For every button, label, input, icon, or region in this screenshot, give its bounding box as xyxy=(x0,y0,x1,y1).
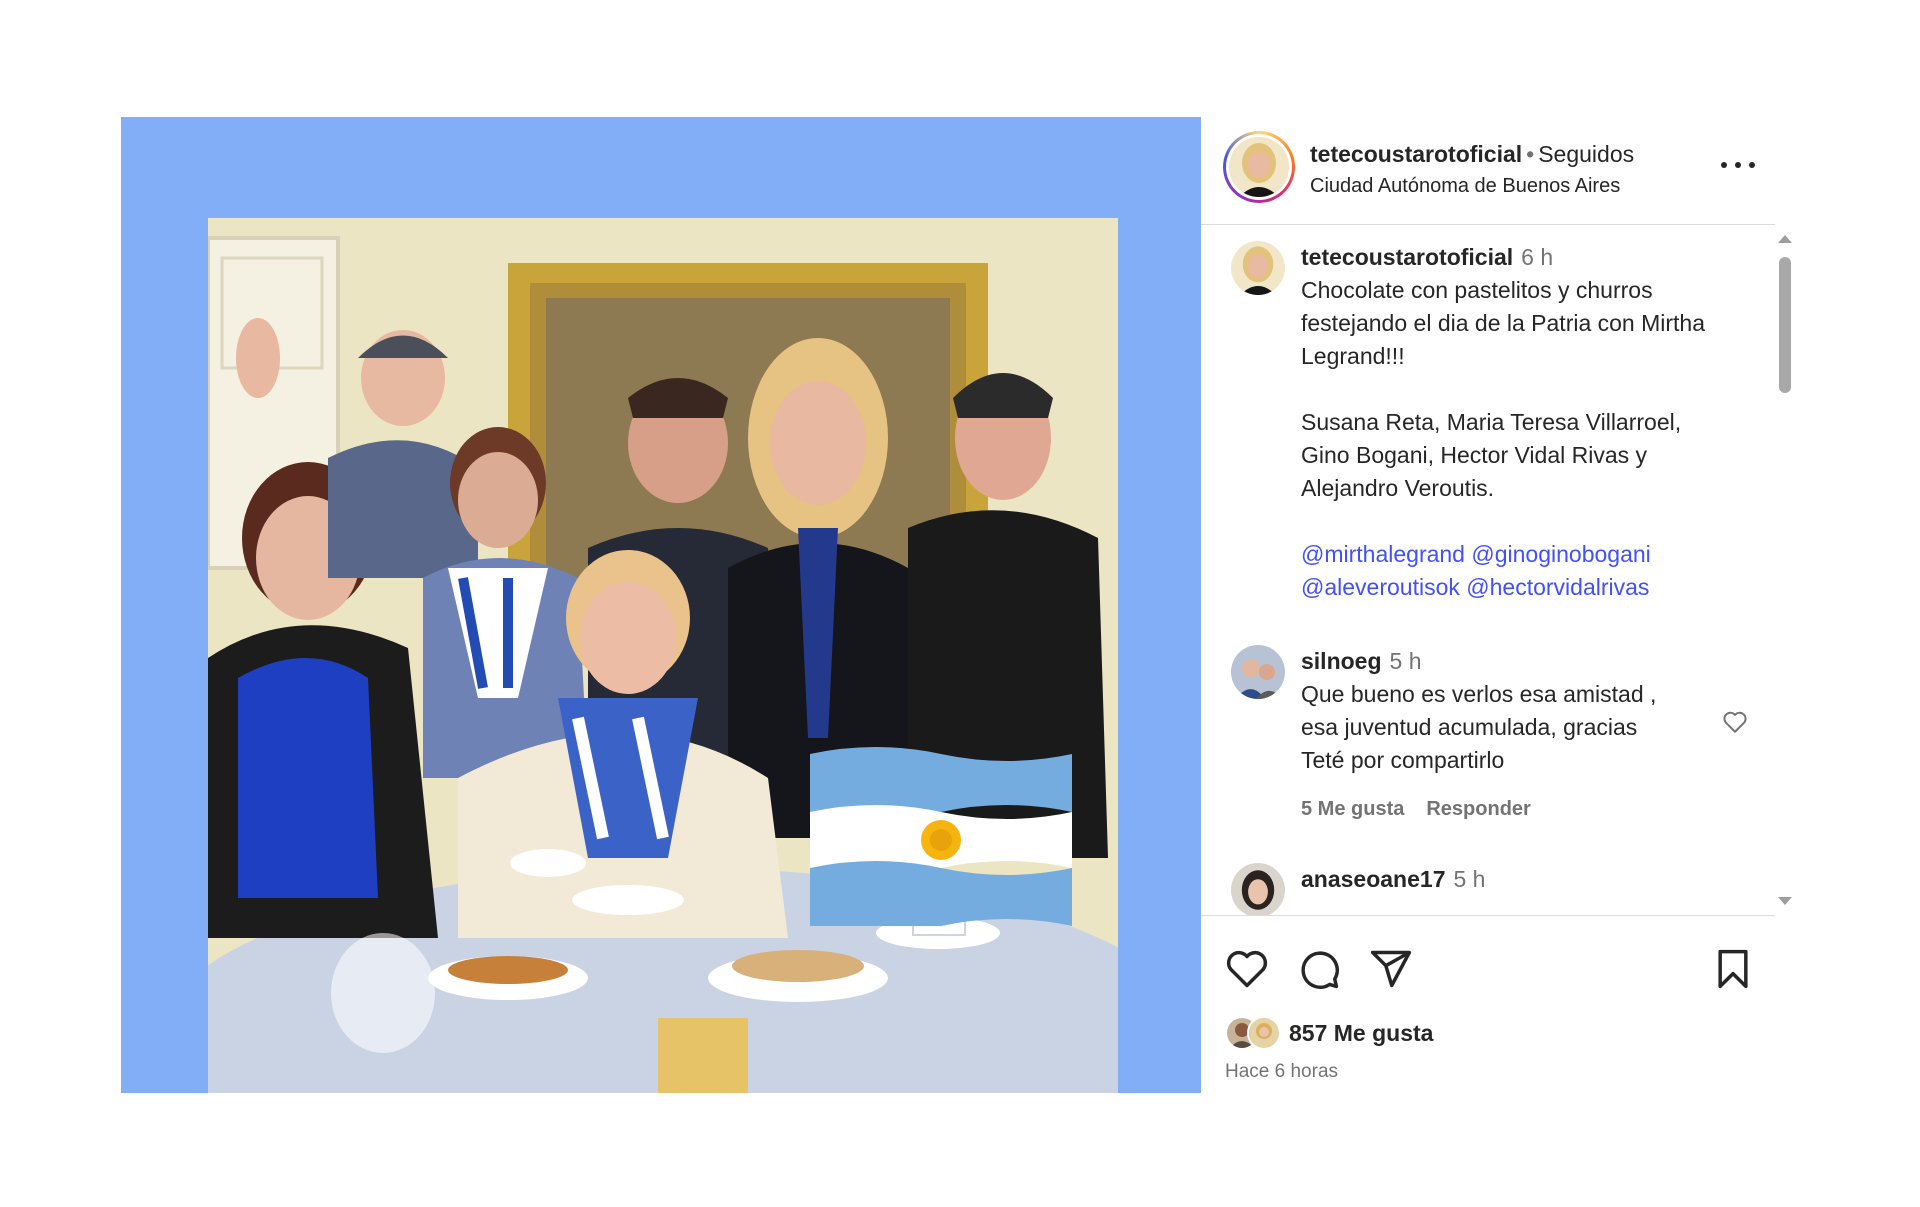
caption-gap xyxy=(1301,373,1741,406)
author-username[interactable]: tetecoustarotoficial xyxy=(1310,141,1522,167)
comment-line: Que bueno es verlos esa amistad , xyxy=(1301,681,1657,707)
scroll-down-arrow-icon[interactable] xyxy=(1778,897,1792,905)
comment-time: 5 h xyxy=(1389,648,1422,674)
comment-head: anaseoane17 5 h xyxy=(1301,863,1741,896)
scroll-thumb[interactable] xyxy=(1779,257,1791,393)
post-actions: 857 Me gusta Hace 6 horas xyxy=(1201,933,1775,1093)
comment-like-heart-icon[interactable] xyxy=(1722,710,1748,734)
follow-status[interactable]: Seguidos xyxy=(1538,141,1634,167)
group-photo xyxy=(208,218,1118,1093)
author-avatar xyxy=(1229,137,1289,197)
post-header: tetecoustarotoficial • Seguidos Ciudad Aut… xyxy=(1201,117,1775,225)
likes-count[interactable]: 857 Me gusta xyxy=(1289,1020,1433,1047)
more-horizontal-icon[interactable] xyxy=(1721,155,1755,175)
instagram-post: tetecoustarotoficial • Seguidos Ciudad Aut… xyxy=(121,117,1801,1093)
post-media[interactable] xyxy=(121,117,1201,1093)
caption-names-line: Alejandro Veroutis. xyxy=(1301,475,1495,501)
post-side-panel: tetecoustarotoficial • Seguidos Ciudad Aut… xyxy=(1201,117,1801,1093)
caption-names-line: Susana Reta, Maria Teresa Villarroel, xyxy=(1301,409,1682,435)
comment-line: esa juventud acumulada, gracias xyxy=(1301,714,1638,740)
caption-line: festejando el dia de la Patria con Mirth… xyxy=(1301,310,1706,336)
mention-link[interactable]: @ginoginobogani xyxy=(1471,541,1650,567)
caption-entry: tetecoustarotoficial 6 h Chocolate con pa… xyxy=(1231,241,1751,600)
mention-link[interactable]: @hectorvidalrivas xyxy=(1466,574,1649,600)
comment-icon[interactable] xyxy=(1297,947,1341,991)
commenter-avatar[interactable] xyxy=(1231,645,1285,699)
comment-item: silnoeg 5 h Que bueno es verlos esa amist… xyxy=(1231,645,1751,845)
header-separator: • xyxy=(1526,141,1535,167)
comment-likes[interactable]: 5 Me gusta xyxy=(1301,798,1404,820)
post-timestamp: Hace 6 horas xyxy=(1225,1061,1339,1082)
caption-line: Legrand!!! xyxy=(1301,343,1405,369)
header-title-row: tetecoustarotoficial • Seguidos xyxy=(1310,139,1634,169)
more-dot xyxy=(1721,162,1727,168)
caption-time: 6 h xyxy=(1521,244,1554,270)
comment-line: Teté por compartirlo xyxy=(1301,747,1505,773)
comments-scrollbar[interactable] xyxy=(1774,235,1796,905)
comment-item: anaseoane17 5 h xyxy=(1231,863,1751,915)
comment-time: 5 h xyxy=(1453,866,1486,892)
bookmark-icon[interactable] xyxy=(1711,947,1755,991)
post-location[interactable]: Ciudad Autónoma de Buenos Aires xyxy=(1310,173,1620,199)
comment-username[interactable]: anaseoane17 xyxy=(1301,866,1445,892)
comment-body: anaseoane17 5 h xyxy=(1301,863,1741,896)
comment-username[interactable]: silnoeg xyxy=(1301,648,1382,674)
caption-names-line: Gino Bogani, Hector Vidal Rivas y xyxy=(1301,442,1648,468)
commenter-avatar[interactable] xyxy=(1231,863,1285,915)
mention-link[interactable]: @aleveroutisok xyxy=(1301,574,1460,600)
argentina-flag xyxy=(810,740,1072,926)
caption-username[interactable]: tetecoustarotoficial xyxy=(1301,244,1513,270)
comments-list[interactable]: tetecoustarotoficial 6 h Chocolate con pa… xyxy=(1201,225,1775,916)
more-dot xyxy=(1749,162,1755,168)
caption-avatar[interactable] xyxy=(1231,241,1285,295)
liker-avatar xyxy=(1247,1016,1281,1050)
share-icon[interactable] xyxy=(1369,947,1413,991)
caption-head: tetecoustarotoficial 6 h xyxy=(1301,241,1741,274)
reply-button[interactable]: Responder xyxy=(1426,798,1530,820)
story-ring-inner xyxy=(1226,134,1292,200)
comment-meta: 5 Me gusta Responder xyxy=(1301,793,1741,826)
mentions-line: @aleveroutisok @hectorvidalrivas xyxy=(1301,571,1741,604)
caption-gap xyxy=(1301,505,1741,538)
mentions-line: @mirthalegrand @ginoginobogani xyxy=(1301,538,1741,571)
caption-line: Chocolate con pastelitos y churros xyxy=(1301,277,1653,303)
caption-body: tetecoustarotoficial 6 h Chocolate con pa… xyxy=(1301,241,1741,604)
more-dot xyxy=(1735,162,1741,168)
heart-icon[interactable] xyxy=(1225,947,1269,991)
story-ring[interactable] xyxy=(1223,131,1295,203)
mention-link[interactable]: @mirthalegrand xyxy=(1301,541,1465,567)
comment-head: silnoeg 5 h xyxy=(1301,645,1741,678)
scroll-up-arrow-icon[interactable] xyxy=(1778,235,1792,243)
comment-body: silnoeg 5 h Que bueno es verlos esa amist… xyxy=(1301,645,1741,826)
likes-row[interactable]: 857 Me gusta xyxy=(1225,1015,1433,1051)
